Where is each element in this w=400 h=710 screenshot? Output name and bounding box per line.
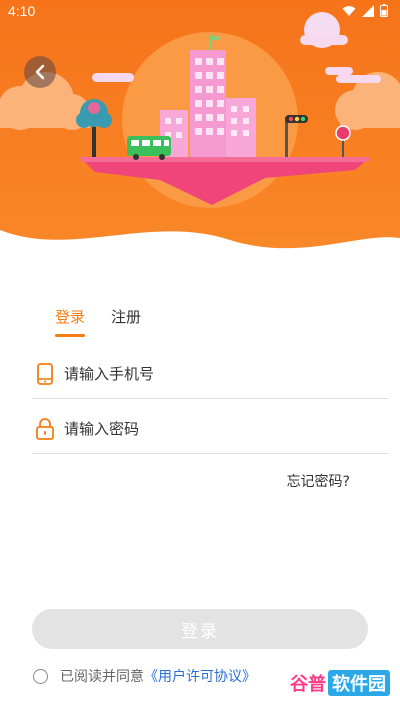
status-bar: 4:10 — [0, 0, 400, 22]
signal-icon — [362, 4, 374, 17]
status-icons — [342, 4, 388, 17]
hero-illustration — [0, 0, 400, 275]
agreement-text: 已阅读并同意 — [60, 669, 144, 685]
city-illustration — [0, 0, 400, 275]
password-input[interactable] — [64, 419, 364, 438]
phone-input[interactable] — [64, 364, 364, 383]
forgot-password-link[interactable]: 忘记密码? — [287, 471, 350, 491]
status-time: 4:10 — [8, 3, 36, 19]
wifi-icon — [342, 5, 356, 16]
login-button[interactable]: 登录 — [32, 609, 368, 649]
lock-icon — [32, 416, 58, 442]
watermark-logo: 谷普 软件园 — [290, 670, 390, 696]
phone-field — [32, 349, 389, 399]
auth-tabs: 登录 注册 — [55, 306, 141, 337]
agreement-row: 已阅读并同意 《用户许可协议》 — [33, 666, 256, 686]
chevron-left-icon — [35, 64, 45, 80]
user-agreement-link[interactable]: 《用户许可协议》 — [144, 666, 256, 686]
password-field — [32, 404, 389, 454]
back-button[interactable] — [24, 56, 56, 88]
battery-icon — [380, 4, 388, 17]
tab-register[interactable]: 注册 — [111, 306, 141, 337]
phone-icon — [32, 361, 58, 387]
tab-login[interactable]: 登录 — [55, 306, 86, 337]
watermark-part-b: 软件园 — [328, 670, 390, 696]
watermark-part-a: 谷普 — [290, 674, 326, 695]
agreement-radio[interactable] — [33, 668, 48, 684]
